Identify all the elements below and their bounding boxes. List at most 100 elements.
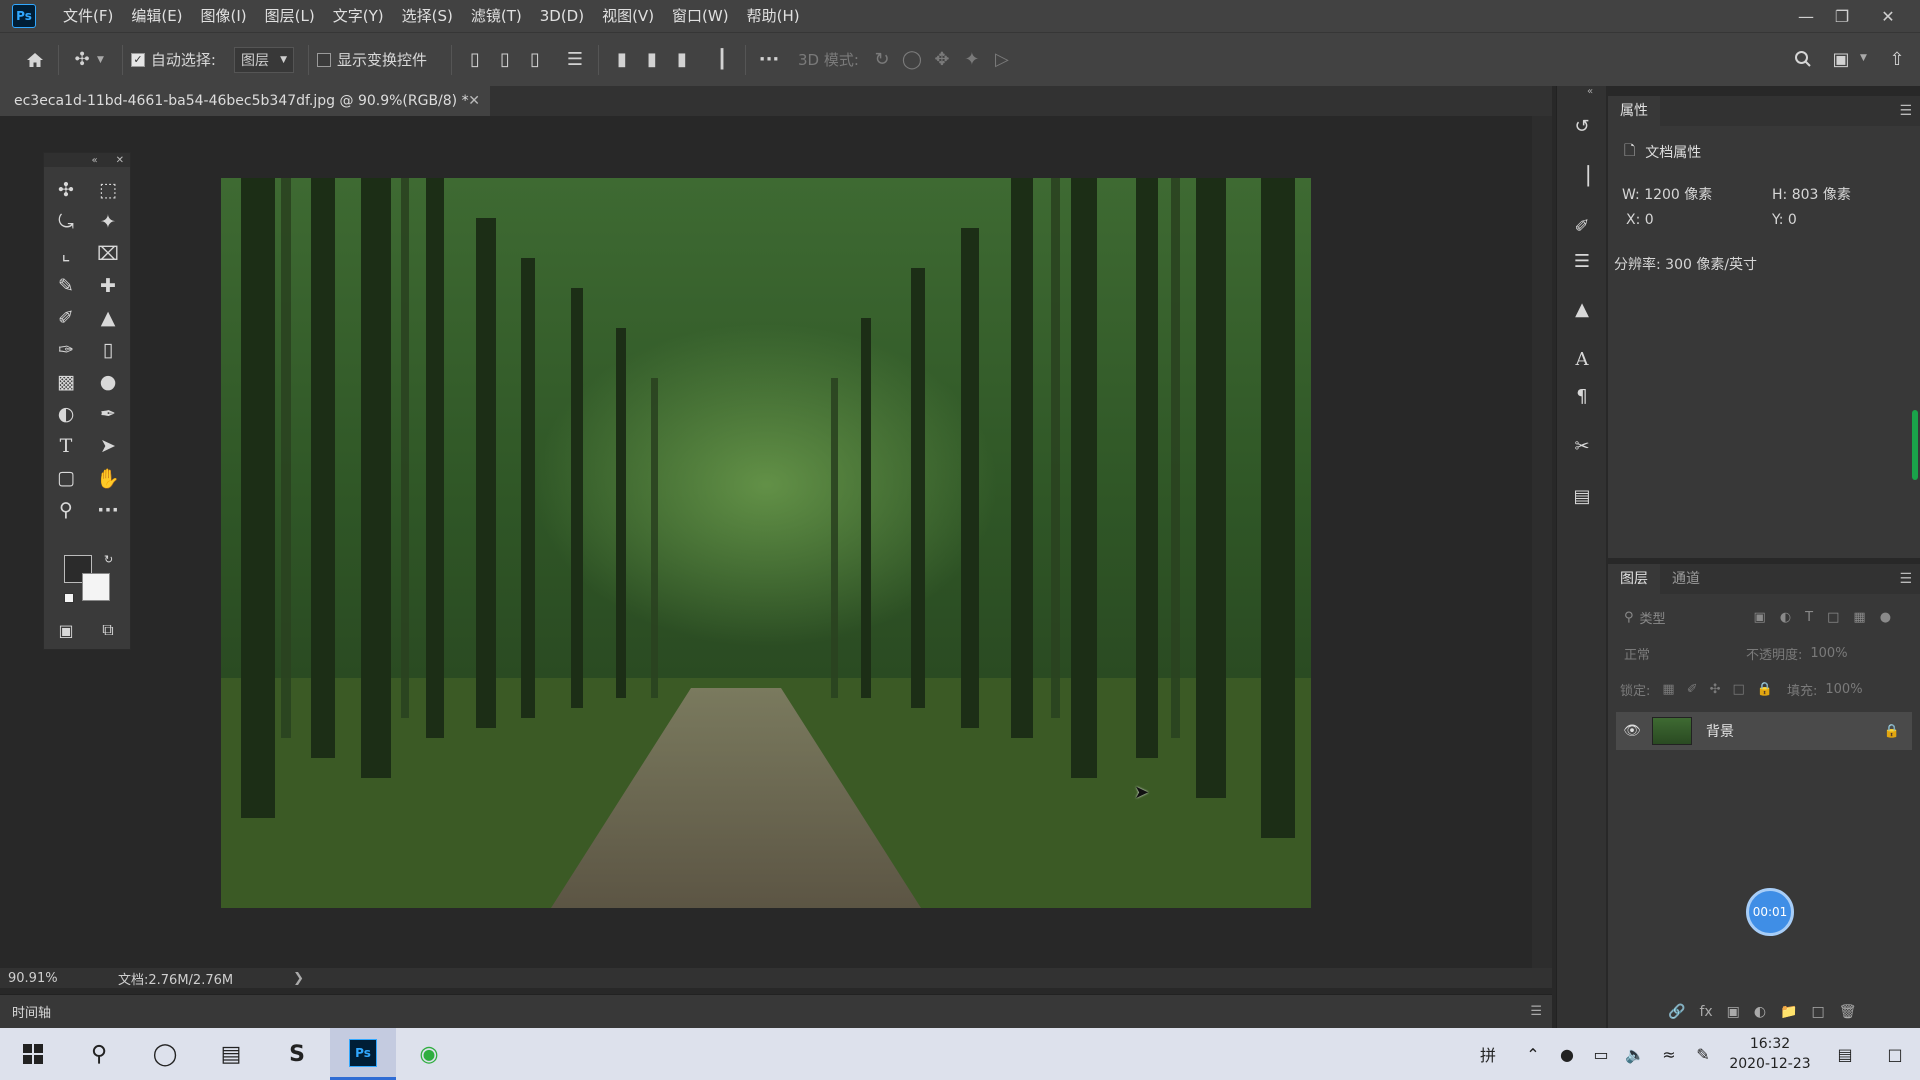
volume-icon[interactable]: 🔈 xyxy=(1618,1045,1652,1064)
cortana-icon[interactable]: ◯ xyxy=(132,1028,198,1080)
zoom-tool-icon[interactable]: ⚲ xyxy=(51,495,81,525)
workspace-icon[interactable]: ▣ xyxy=(1826,44,1856,74)
3d-roll-icon[interactable]: ◯ xyxy=(897,45,927,75)
show-transform-checkbox[interactable] xyxy=(316,52,331,67)
filter-adjustment-icon[interactable]: ◐ xyxy=(1780,610,1791,625)
menu-view[interactable]: 视图(V) xyxy=(593,0,663,32)
lock-all-icon[interactable]: 🔒 xyxy=(1757,682,1773,697)
clock[interactable]: 16:32 2020-12-23 xyxy=(1720,1034,1820,1074)
document-tab[interactable]: ec3eca1d-11bd-4661-ba54-46bec5b347df.jpg… xyxy=(0,86,490,116)
auto-select-checkbox[interactable]: ✓ xyxy=(130,52,145,67)
panel-menu-icon[interactable]: ☰ xyxy=(1530,1004,1542,1019)
menu-file[interactable]: 文件(F) xyxy=(54,0,122,32)
lock-position-icon[interactable]: ✣ xyxy=(1710,682,1721,697)
windows-start-icon[interactable] xyxy=(0,1028,66,1080)
fill-value[interactable]: 100% xyxy=(1825,682,1862,697)
frame-tool-icon[interactable]: ⌧ xyxy=(93,239,123,269)
swap-colors-icon[interactable]: ↻ xyxy=(104,553,113,566)
new-group-icon[interactable]: 📁 xyxy=(1780,1004,1797,1020)
default-colors-icon[interactable] xyxy=(64,593,74,603)
search-icon[interactable]: ⚲ xyxy=(66,1028,132,1080)
menu-help[interactable]: 帮助(H) xyxy=(738,0,809,32)
add-mask-icon[interactable]: ▣ xyxy=(1727,1004,1740,1020)
layer-name[interactable]: 背景 xyxy=(1706,721,1734,741)
menu-layer[interactable]: 图层(L) xyxy=(256,0,324,32)
blur-tool-icon[interactable]: ● xyxy=(93,367,123,397)
align-vertical-center-icon[interactable]: ▮ xyxy=(637,45,667,75)
layer-filter-select[interactable]: 类型 xyxy=(1640,608,1740,627)
opacity-value[interactable]: 100% xyxy=(1810,646,1847,661)
eyedropper-icon[interactable]: ✎ xyxy=(51,271,81,301)
chevron-down-icon[interactable]: ▼ xyxy=(97,55,104,65)
layer-lock-icon[interactable]: 🔒 xyxy=(1884,724,1900,739)
browser-icon[interactable]: ◉ xyxy=(396,1028,462,1080)
dodge-tool-icon[interactable]: ◐ xyxy=(51,399,81,429)
tab-properties[interactable]: 属性 xyxy=(1608,96,1660,126)
chevron-up-icon[interactable]: ⌃ xyxy=(1516,1045,1550,1064)
menu-3d[interactable]: 3D(D) xyxy=(531,0,593,32)
vertical-scrollbar[interactable] xyxy=(1532,116,1552,968)
clone-source-panel-icon[interactable]: ▲ xyxy=(1567,294,1597,324)
distribute-vertical-icon[interactable]: ☰ xyxy=(560,45,590,75)
more-options-icon[interactable]: ··· xyxy=(754,45,784,75)
new-layer-icon[interactable]: □ xyxy=(1812,1004,1825,1020)
align-bottom-icon[interactable]: ▮ xyxy=(667,45,697,75)
close-tab-icon[interactable]: ✕ xyxy=(468,93,480,109)
menu-select[interactable]: 选择(S) xyxy=(393,0,462,32)
restore-icon[interactable]: ❐ xyxy=(1822,0,1862,32)
menu-filter[interactable]: 滤镜(T) xyxy=(462,0,531,32)
lock-transparent-icon[interactable]: ▦ xyxy=(1662,682,1674,697)
blend-mode-select[interactable]: 正常 xyxy=(1616,644,1746,663)
screen-mode-icon[interactable]: ⧉ xyxy=(93,615,123,645)
taskbar-photoshop[interactable]: Ps xyxy=(330,1028,396,1080)
character-panel-icon[interactable]: A xyxy=(1567,344,1597,374)
hand-tool-icon[interactable]: ✋ xyxy=(93,463,123,493)
menu-edit[interactable]: 编辑(E) xyxy=(122,0,191,32)
background-color-swatch[interactable] xyxy=(82,573,110,601)
close-panel-icon[interactable]: ✕ xyxy=(116,155,124,166)
layer-style-icon[interactable]: fx xyxy=(1699,1004,1712,1020)
distribute-horizontal-icon[interactable]: ┃ xyxy=(707,45,737,75)
filter-smart-object-icon[interactable]: ▦ xyxy=(1853,610,1865,625)
tab-channels[interactable]: 通道 xyxy=(1660,564,1712,594)
align-top-icon[interactable]: ▮ xyxy=(607,45,637,75)
visibility-eye-icon[interactable]: 👁 xyxy=(1616,723,1648,739)
qq-icon[interactable]: ● xyxy=(1550,1045,1584,1064)
filter-shape-icon[interactable]: □ xyxy=(1827,610,1839,625)
3d-pan-icon[interactable]: ✥ xyxy=(927,45,957,75)
tool-presets-icon[interactable]: ✂ xyxy=(1567,431,1597,461)
tab-layers[interactable]: 图层 xyxy=(1608,564,1660,594)
menu-window[interactable]: 窗口(W) xyxy=(663,0,738,32)
clone-stamp-icon[interactable]: ▲ xyxy=(93,303,123,333)
3d-orbit-icon[interactable]: ↻ xyxy=(867,45,897,75)
menu-image[interactable]: 图像(I) xyxy=(192,0,256,32)
close-window-icon[interactable]: ✕ xyxy=(1868,0,1908,32)
app-s-icon[interactable]: S xyxy=(264,1028,330,1080)
y-value[interactable]: 0 xyxy=(1788,212,1797,228)
paragraph-panel-icon[interactable]: ¶ xyxy=(1567,381,1597,411)
magic-wand-icon[interactable]: ✦ xyxy=(93,207,123,237)
collapse-icon[interactable]: « xyxy=(91,155,97,166)
minimize-icon[interactable]: — xyxy=(1786,0,1826,32)
eraser-icon[interactable]: ▯ xyxy=(93,335,123,365)
3d-camera-icon[interactable]: ▷ xyxy=(987,45,1017,75)
auto-select-target-select[interactable]: 图层 ▼ xyxy=(233,46,294,73)
shape-tool-icon[interactable]: ▢ xyxy=(51,463,81,493)
type-tool-icon[interactable]: T xyxy=(51,431,81,461)
healing-brush-icon[interactable]: ✚ xyxy=(93,271,123,301)
zoom-level[interactable]: 90.91% xyxy=(8,971,108,986)
pen-icon[interactable]: ✎ xyxy=(1686,1045,1720,1064)
filter-toggle-icon[interactable]: ● xyxy=(1880,610,1891,625)
filter-type-icon[interactable]: T xyxy=(1805,610,1813,625)
home-icon[interactable] xyxy=(20,45,50,75)
adjustment-layer-icon[interactable]: ◐ xyxy=(1754,1004,1766,1020)
link-layers-icon[interactable]: 🔗 xyxy=(1668,1004,1685,1020)
chevron-down-icon[interactable]: ▼ xyxy=(1860,53,1867,63)
battery-icon[interactable]: ▭ xyxy=(1584,1045,1618,1064)
lock-artboard-icon[interactable]: □ xyxy=(1733,682,1745,697)
history-brush-icon[interactable]: ✑ xyxy=(51,335,81,365)
search-icon[interactable] xyxy=(1788,44,1818,74)
gradient-tool-icon[interactable]: ▩ xyxy=(51,367,81,397)
filter-pixel-icon[interactable]: ▣ xyxy=(1754,610,1766,625)
history-panel-icon[interactable]: ↺ xyxy=(1567,111,1597,141)
